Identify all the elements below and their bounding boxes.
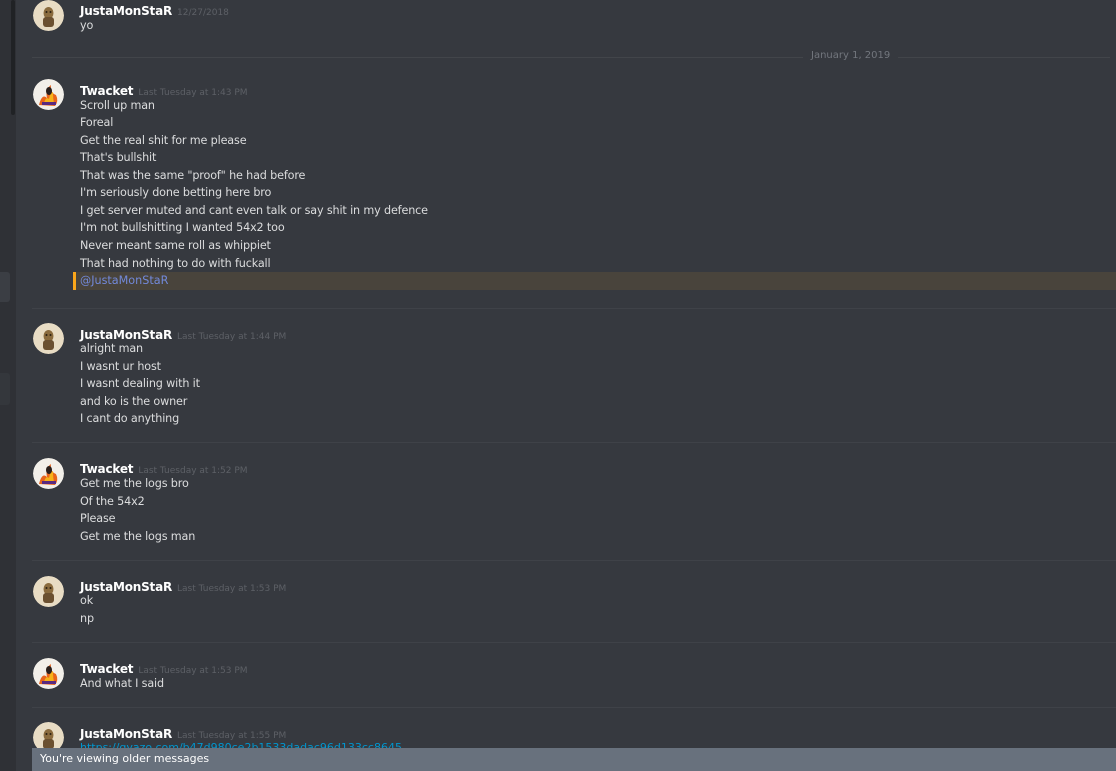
avatar[interactable]: [33, 576, 64, 607]
date-divider: January 1, 2019: [803, 50, 899, 61]
message-line: Get me the logs man: [80, 530, 196, 543]
message-line: Get me the logs bro: [80, 477, 189, 490]
sidebar-hover-item[interactable]: [0, 373, 10, 405]
message-line: I cant do anything: [80, 412, 180, 425]
date-divider-line: [32, 57, 1110, 58]
timestamp: Last Tuesday at 1:53 PM: [138, 666, 248, 676]
message-line: That had nothing to do with fuckall: [80, 257, 271, 270]
timestamp: Last Tuesday at 1:53 PM: [177, 584, 287, 594]
message-line: yo: [80, 19, 94, 32]
message-header: Twacket Last Tuesday at 1:52 PM: [80, 458, 248, 476]
message-header: JustaMonStaR 12/27/2018: [80, 0, 229, 18]
mention-highlight-row: [73, 272, 1116, 290]
message-header: Twacket Last Tuesday at 1:53 PM: [80, 658, 248, 676]
author-name[interactable]: JustaMonStaR: [80, 727, 172, 741]
message-line: I wasnt dealing with it: [80, 377, 200, 390]
message-line: ok: [80, 594, 94, 607]
message-line: Of the 54x2: [80, 495, 145, 508]
older-messages-text: You're viewing older messages: [40, 752, 210, 765]
channel-sidebar-edge: [0, 0, 16, 771]
justa-avatar-icon: [33, 576, 64, 607]
avatar[interactable]: [33, 0, 64, 31]
message-line: Please: [80, 512, 116, 525]
justa-avatar-icon: [33, 0, 64, 31]
twacket-avatar-icon: [33, 79, 64, 110]
message-divider: [32, 308, 1116, 309]
message-divider: [32, 707, 1116, 708]
twacket-avatar-icon: [33, 658, 64, 689]
message-line: Never meant same roll as whippiet: [80, 239, 271, 252]
message-line: and ko is the owner: [80, 395, 188, 408]
message-line: I wasnt ur host: [80, 360, 161, 373]
message-divider: [32, 642, 1116, 643]
message-line: I'm seriously done betting here bro: [80, 186, 272, 199]
message-header: Twacket Last Tuesday at 1:43 PM: [80, 80, 248, 98]
message-divider: [32, 560, 1116, 561]
timestamp: Last Tuesday at 1:44 PM: [177, 332, 287, 342]
author-name[interactable]: Twacket: [80, 84, 134, 98]
message-line: And what I said: [80, 677, 164, 690]
message-line: That was the same "proof" he had before: [80, 169, 306, 182]
justa-avatar-icon: [33, 323, 64, 354]
avatar[interactable]: [33, 658, 64, 689]
message-line: I'm not bullshitting I wanted 54x2 too: [80, 221, 285, 234]
author-name[interactable]: JustaMonStaR: [80, 4, 172, 18]
message-line: I get server muted and cant even talk or…: [80, 204, 428, 217]
message-header: JustaMonStaR Last Tuesday at 1:44 PM: [80, 324, 287, 342]
author-name[interactable]: Twacket: [80, 662, 134, 676]
message-line: Foreal: [80, 116, 114, 129]
sidebar-scrollbar[interactable]: [11, 0, 15, 115]
author-name[interactable]: JustaMonStaR: [80, 580, 172, 594]
timestamp: Last Tuesday at 1:43 PM: [138, 88, 248, 98]
timestamp: Last Tuesday at 1:52 PM: [138, 466, 248, 476]
author-name[interactable]: Twacket: [80, 462, 134, 476]
avatar[interactable]: [33, 79, 64, 110]
message-line: That's bullshit: [80, 151, 157, 164]
message-header: JustaMonStaR Last Tuesday at 1:53 PM: [80, 576, 287, 594]
sidebar-selected-item[interactable]: [0, 272, 10, 302]
timestamp: 12/27/2018: [177, 8, 229, 18]
message-line: alright man: [80, 342, 144, 355]
user-mention[interactable]: @JustaMonStaR: [80, 274, 168, 287]
older-messages-bar[interactable]: You're viewing older messages: [32, 748, 1116, 771]
message-line: Get the real shit for me please: [80, 134, 247, 147]
timestamp: Last Tuesday at 1:55 PM: [177, 731, 287, 741]
message-line: Scroll up man: [80, 99, 155, 112]
message-header: JustaMonStaR Last Tuesday at 1:55 PM: [80, 723, 287, 741]
message-line: np: [80, 612, 94, 625]
message-divider: [32, 442, 1116, 443]
avatar[interactable]: [33, 458, 64, 489]
avatar[interactable]: [33, 323, 64, 354]
twacket-avatar-icon: [33, 458, 64, 489]
author-name[interactable]: JustaMonStaR: [80, 328, 172, 342]
